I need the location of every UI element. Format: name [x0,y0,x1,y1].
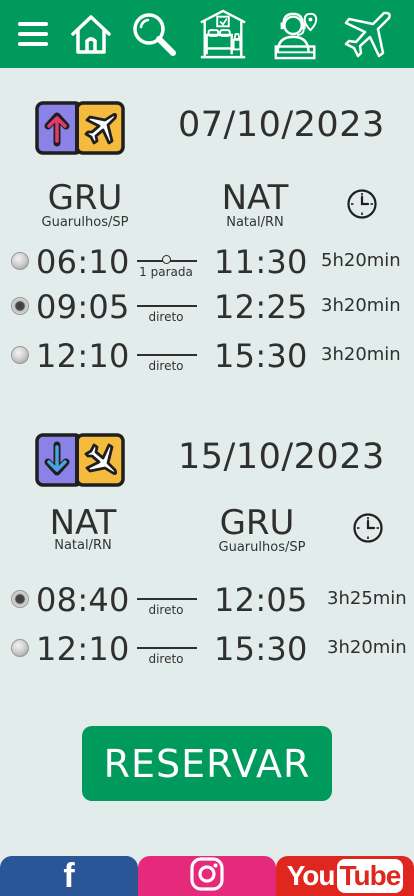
instagram-icon [189,856,225,896]
home-icon[interactable] [65,6,117,62]
flight-option-row[interactable]: 12:10 direto 15:30 3h20min [0,627,414,671]
departure-time: 08:40 [36,581,130,619]
flight-radio-selected[interactable] [11,297,29,315]
destination-code: GRU [219,503,295,543]
airplane-icon[interactable] [342,6,394,62]
origin-city: Guarulhos/SP [41,215,129,230]
flight-option-row[interactable]: 08:40 direto 12:05 3h25min [0,578,414,622]
search-icon[interactable] [128,6,180,62]
menu-icon[interactable] [7,6,59,62]
departure-time: 12:10 [36,337,130,375]
destination-code: NAT [221,178,289,218]
flight-option-row[interactable]: 12:10 direto 15:30 3h20min [0,334,414,378]
origin-code: NAT [49,503,117,543]
top-nav-bar [0,0,414,68]
clock-icon [346,188,378,220]
departure-date: 07/10/2023 [178,105,385,145]
route-line [137,598,197,600]
instagram-button[interactable] [138,856,276,896]
flight-duration: 5h20min [321,250,401,271]
arrival-time: 15:30 [214,337,308,375]
stops-label: direto [148,652,184,666]
flight-duration: 3h20min [321,295,401,316]
youtube-button[interactable]: You Tube [276,856,414,896]
facebook-button[interactable]: f [0,856,138,896]
stops-label: direto [148,359,184,373]
departure-time: 12:10 [36,630,130,668]
arrival-time: 11:30 [214,243,308,281]
reserve-button[interactable]: RESERVAR [82,726,332,801]
origin-code: GRU [47,178,123,218]
stops-label: direto [148,310,184,324]
route-line [137,305,197,307]
flight-radio[interactable] [11,346,29,364]
flight-duration: 3h25min [327,588,407,609]
arrival-time: 12:05 [214,581,308,619]
flight-radio-selected[interactable] [11,590,29,608]
return-flight-icon [35,433,125,487]
stop-marker [162,255,171,264]
destination-city: Natal/RN [226,215,284,230]
hotel-icon[interactable] [197,6,249,62]
clock-icon [352,512,384,544]
youtube-logo-tube: Tube [336,859,404,893]
return-date: 15/10/2023 [178,437,385,477]
route-line [137,647,197,649]
agent-icon[interactable] [270,6,322,62]
departure-time: 09:05 [36,288,130,326]
arrival-time: 12:25 [214,288,308,326]
flight-option-row[interactable]: 06:10 1 parada 11:30 5h20min [0,240,414,284]
youtube-logo-you: You [286,860,336,891]
route-line [137,354,197,356]
stops-label: 1 parada [139,265,193,279]
flight-radio[interactable] [11,639,29,657]
flight-duration: 3h20min [321,344,401,365]
flight-duration: 3h20min [327,637,407,658]
flight-radio[interactable] [11,252,29,270]
arrival-time: 15:30 [214,630,308,668]
destination-city: Guarulhos/SP [218,540,306,555]
facebook-icon: f [63,857,75,895]
stops-label: direto [148,603,184,617]
departure-flight-icon [35,101,125,155]
origin-city: Natal/RN [54,538,112,553]
flight-option-row[interactable]: 09:05 direto 12:25 3h20min [0,285,414,329]
departure-time: 06:10 [36,243,130,281]
